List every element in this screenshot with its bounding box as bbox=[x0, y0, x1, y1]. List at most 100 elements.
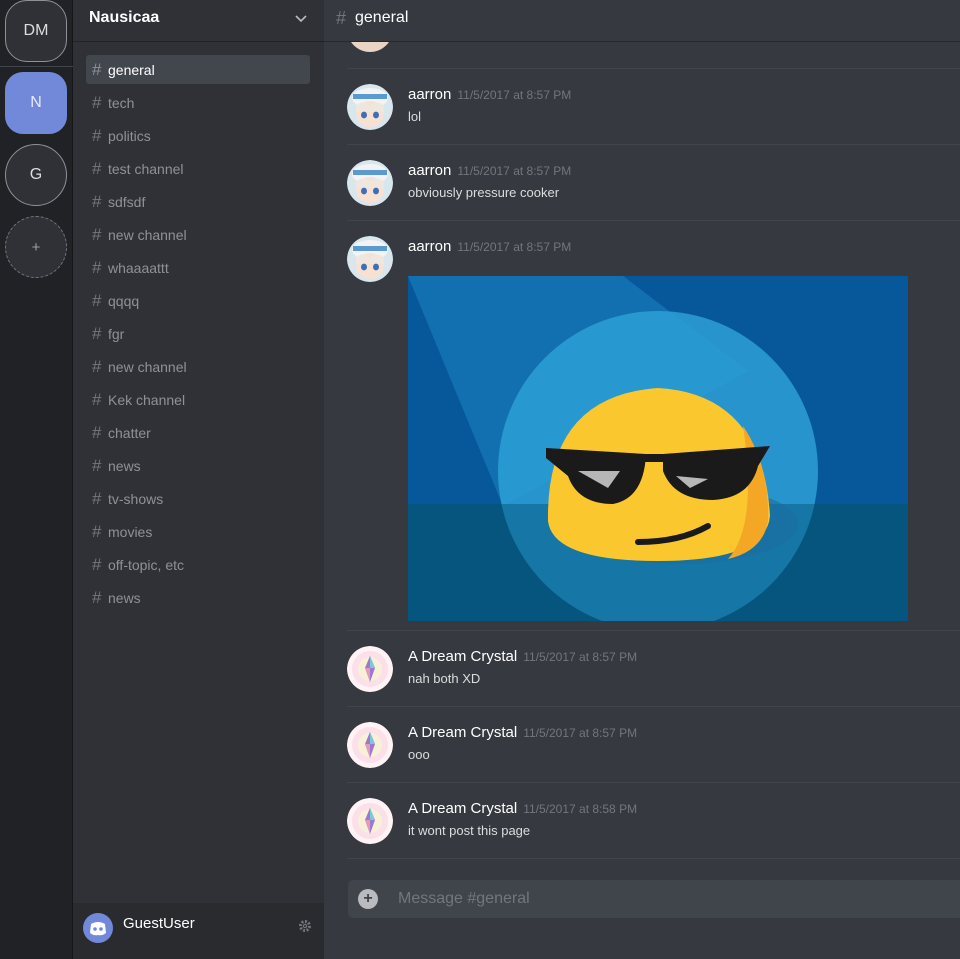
crystal-avatar-icon bbox=[347, 646, 393, 692]
hash-icon: # bbox=[92, 126, 102, 145]
hash-icon: # bbox=[92, 456, 102, 475]
message: aarron 11/5/2017 at 8:57 PM obviously pre… bbox=[347, 144, 960, 220]
avatar[interactable] bbox=[83, 913, 113, 943]
message-author[interactable]: aarron 11/5/2017 at 8:57 PM bbox=[408, 238, 571, 255]
channel-label: tech bbox=[108, 94, 135, 111]
channel-qqqq[interactable]: # qqqq bbox=[86, 286, 310, 315]
message-text: lol bbox=[408, 109, 422, 124]
channel-tv-shows[interactable]: # tv-shows bbox=[86, 484, 310, 513]
message-timestamp: 11/5/2017 at 8:57 PM bbox=[457, 240, 572, 254]
gear-icon[interactable] bbox=[298, 919, 312, 933]
channel-chatter[interactable]: # chatter bbox=[86, 418, 310, 447]
guild-header[interactable]: Nausicaa bbox=[73, 0, 324, 42]
message-text: it wont post this page bbox=[408, 823, 531, 838]
hash-icon: # bbox=[92, 423, 102, 442]
anime-avatar-icon bbox=[347, 236, 393, 282]
hash-icon: # bbox=[92, 588, 102, 607]
channel-test-channel[interactable]: # test channel bbox=[86, 154, 310, 183]
server-g[interactable]: G bbox=[5, 144, 67, 206]
channel-label: new channel bbox=[108, 226, 187, 243]
channel-general[interactable]: # general bbox=[86, 55, 310, 84]
channel-label: politics bbox=[108, 127, 151, 144]
app-window: DM N G + Nausicaa # general # tech # politi… bbox=[0, 0, 960, 959]
channel-label: off-topic, etc bbox=[108, 556, 185, 573]
channel-sdfsdf[interactable]: # sdfsdf bbox=[86, 187, 310, 216]
chevron-down-icon[interactable] bbox=[294, 11, 308, 25]
hash-icon: # bbox=[92, 258, 102, 277]
hash-icon: # bbox=[92, 489, 102, 508]
channel-whaaaattt[interactable]: # whaaaattt bbox=[86, 253, 310, 282]
hash-icon: # bbox=[92, 225, 102, 244]
author-name: aarron bbox=[408, 162, 452, 179]
avatar[interactable] bbox=[347, 722, 393, 768]
server-dm[interactable]: DM bbox=[5, 0, 67, 62]
avatar[interactable] bbox=[347, 84, 393, 130]
avatar[interactable] bbox=[347, 798, 393, 844]
channel-news[interactable]: # news bbox=[86, 451, 310, 480]
hash-icon: # bbox=[92, 60, 102, 79]
username: GuestUser bbox=[123, 915, 195, 932]
hash-icon: # bbox=[92, 93, 102, 112]
image-attachment[interactable] bbox=[408, 276, 908, 621]
plus-icon[interactable]: + bbox=[358, 889, 378, 909]
message-timestamp: 11/5/2017 at 8:57 PM bbox=[523, 726, 638, 740]
message: A Dream Crystal 11/5/2017 at 8:58 PM it w… bbox=[347, 782, 960, 859]
channel-kek-channel[interactable]: # Kek channel bbox=[86, 385, 310, 414]
message-timestamp: 11/5/2017 at 8:57 PM bbox=[523, 650, 638, 664]
message-input[interactable] bbox=[398, 880, 958, 918]
message-timestamp: 11/5/2017 at 8:58 PM bbox=[523, 802, 638, 816]
channel-new-channel[interactable]: # new channel bbox=[86, 220, 310, 249]
sunglasses-emoji-image bbox=[408, 276, 908, 621]
channel-politics[interactable]: # politics bbox=[86, 121, 310, 150]
channel-label: qqqq bbox=[108, 292, 140, 309]
channel-list: # general # tech # politics # test channel #… bbox=[86, 55, 310, 616]
partial-avatar bbox=[347, 42, 393, 52]
crystal-avatar-icon bbox=[347, 798, 393, 844]
server-rail: DM N G + bbox=[0, 0, 73, 959]
message-timestamp: 11/5/2017 at 8:57 PM bbox=[457, 88, 572, 102]
channel-label: movies bbox=[108, 523, 153, 540]
hash-icon: # bbox=[92, 159, 102, 178]
channel-sidebar: Nausicaa # general # tech # politics # test … bbox=[73, 0, 324, 959]
message-author[interactable]: A Dream Crystal 11/5/2017 at 8:57 PM bbox=[408, 724, 637, 741]
message-author[interactable]: A Dream Crystal 11/5/2017 at 8:58 PM bbox=[408, 800, 637, 817]
guild-name: Nausicaa bbox=[89, 9, 160, 26]
message-timestamp: 11/5/2017 at 8:57 PM bbox=[457, 164, 572, 178]
server-n[interactable]: N bbox=[5, 72, 67, 134]
crystal-avatar-icon bbox=[347, 722, 393, 768]
hash-icon: # bbox=[92, 555, 102, 574]
avatar[interactable] bbox=[347, 160, 393, 206]
message-author[interactable]: A Dream Crystal 11/5/2017 at 8:57 PM bbox=[408, 648, 637, 665]
hash-icon: # bbox=[92, 357, 102, 376]
message-author[interactable]: aarron 11/5/2017 at 8:57 PM bbox=[408, 86, 571, 103]
author-name: A Dream Crystal bbox=[408, 724, 518, 741]
channel-label: sdfsdf bbox=[108, 193, 146, 210]
rail-separator bbox=[0, 66, 73, 67]
channel-movies[interactable]: # movies bbox=[86, 517, 310, 546]
channel-label: fgr bbox=[108, 325, 125, 342]
add-server-button[interactable]: + bbox=[5, 216, 67, 278]
message-author[interactable]: aarron 11/5/2017 at 8:57 PM bbox=[408, 162, 571, 179]
author-name: aarron bbox=[408, 86, 452, 103]
message: A Dream Crystal 11/5/2017 at 8:57 PM ooo bbox=[347, 706, 960, 782]
author-name: A Dream Crystal bbox=[408, 648, 518, 665]
channel-new-channel-2[interactable]: # new channel bbox=[86, 352, 310, 381]
channel-label: whaaaattt bbox=[108, 259, 169, 276]
author-name: aarron bbox=[408, 238, 452, 255]
channel-fgr[interactable]: # fgr bbox=[86, 319, 310, 348]
message-composer: + bbox=[348, 880, 960, 918]
channel-off-topic[interactable]: # off-topic, etc bbox=[86, 550, 310, 579]
hash-icon: # bbox=[92, 522, 102, 541]
channel-label: new channel bbox=[108, 358, 187, 375]
channel-label: test channel bbox=[108, 160, 184, 177]
channel-label: Kek channel bbox=[108, 391, 186, 408]
avatar[interactable] bbox=[347, 646, 393, 692]
channel-label: news bbox=[108, 457, 141, 474]
channel-label: general bbox=[108, 61, 155, 78]
channel-title: general bbox=[355, 9, 409, 26]
avatar[interactable] bbox=[347, 236, 393, 282]
channel-tech[interactable]: # tech bbox=[86, 88, 310, 117]
discord-logo-icon bbox=[90, 922, 106, 936]
channel-news-2[interactable]: # news bbox=[86, 583, 310, 612]
channel-label: news bbox=[108, 589, 141, 606]
